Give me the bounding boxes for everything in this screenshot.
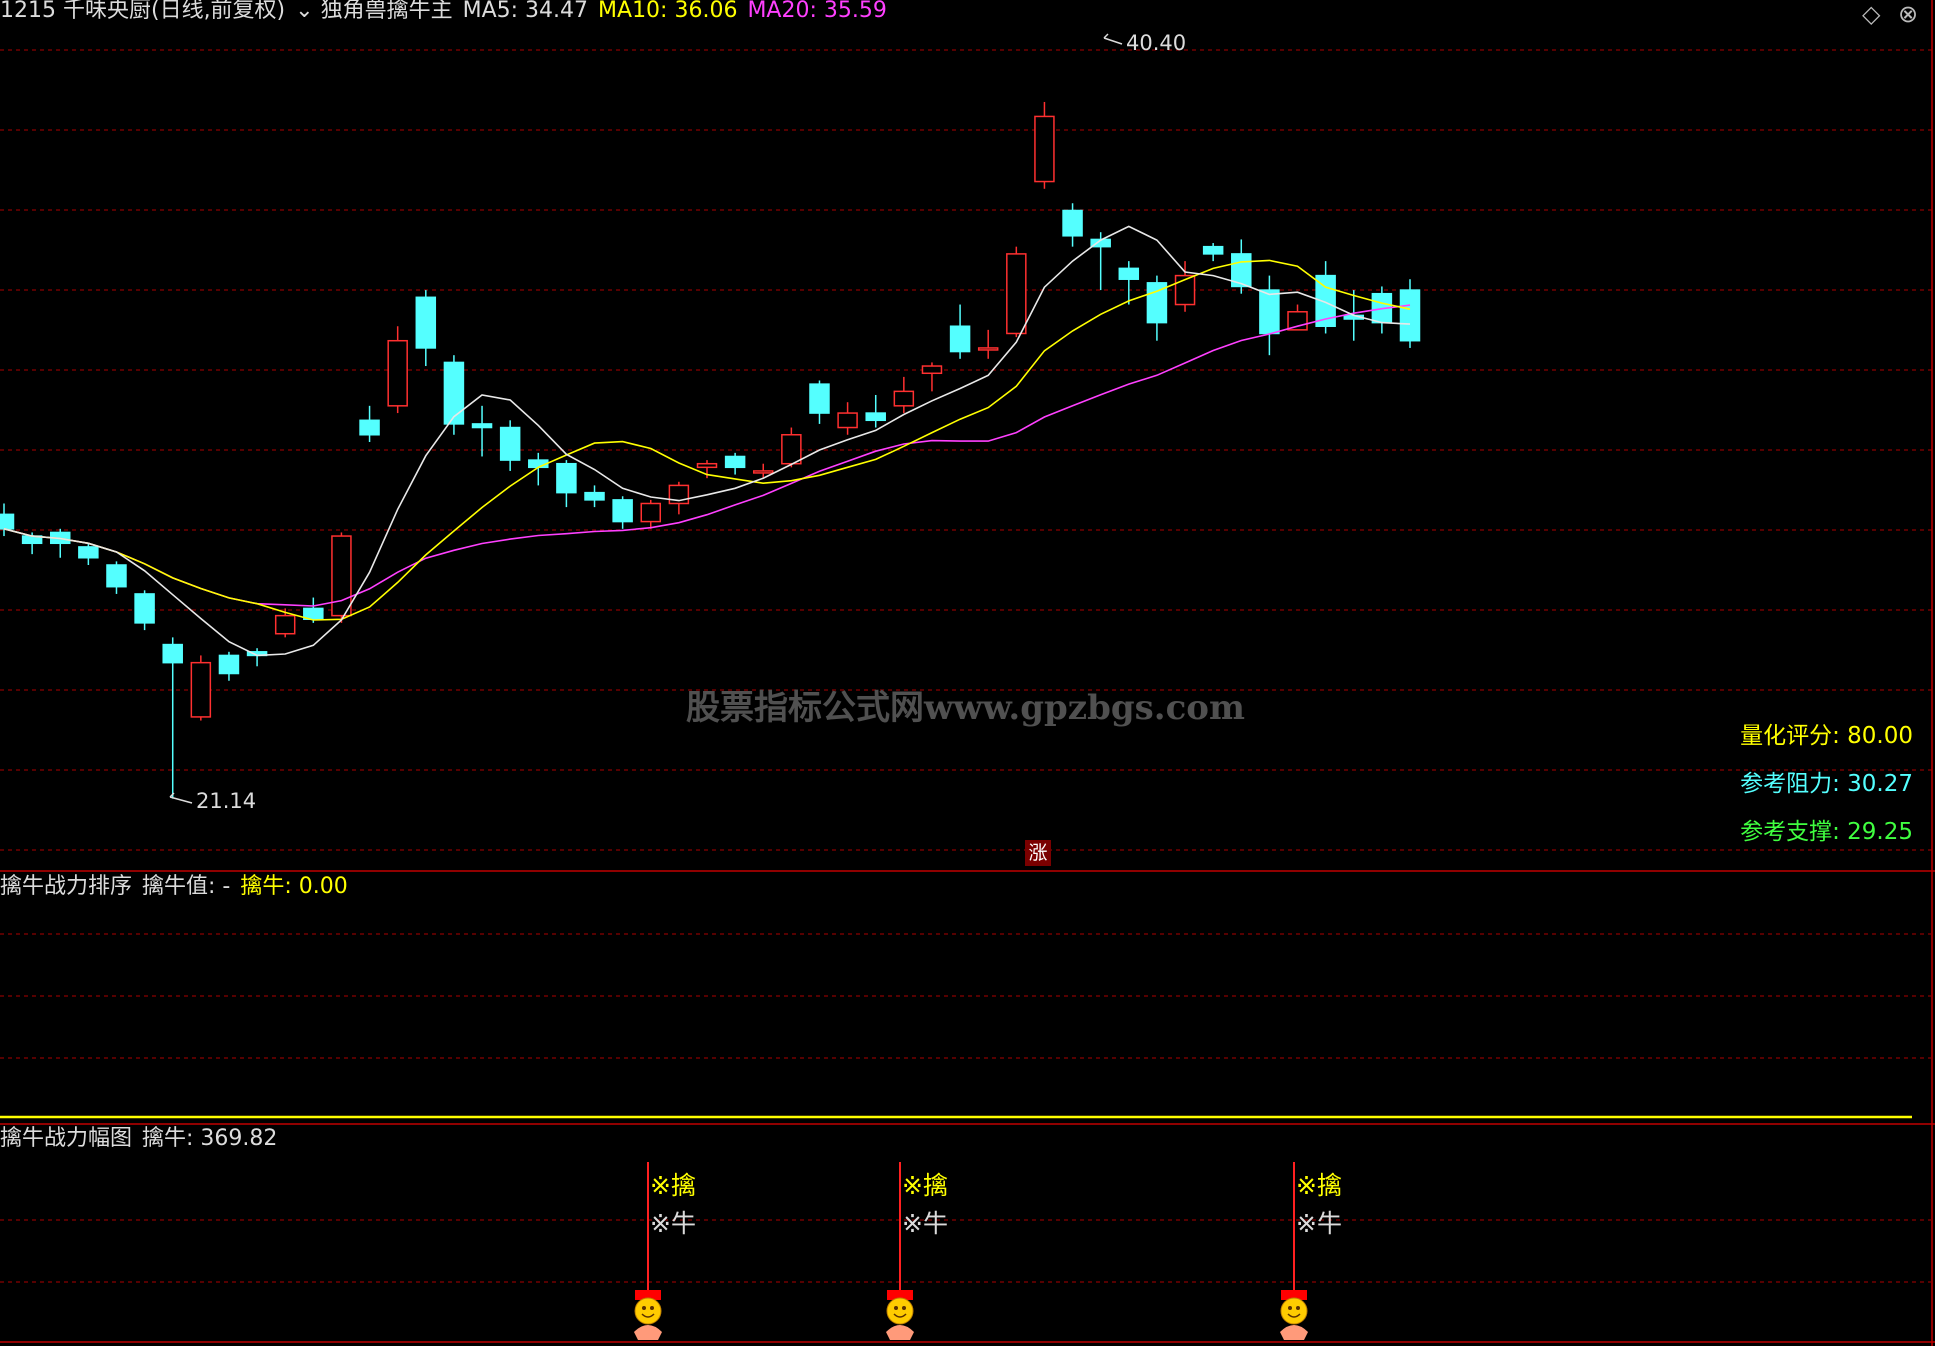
low-marker: 21.14 xyxy=(196,789,256,813)
smiley-eye xyxy=(894,1306,898,1310)
panel2-header: 擒牛战力排序 擒牛值: - 擒牛: 0.00 xyxy=(0,874,358,900)
candle-body xyxy=(584,491,605,501)
candle-body xyxy=(499,426,521,461)
candle-body xyxy=(1034,115,1055,183)
smiley-base xyxy=(634,1325,662,1340)
high-value: 40.40 xyxy=(1126,31,1187,55)
smiley-eye xyxy=(650,1306,654,1310)
signal-qin-3: ※擒 xyxy=(1296,1171,1342,1200)
candle-body xyxy=(724,455,746,469)
smiley-eye xyxy=(902,1306,906,1310)
panel3-title: 擒牛战力幅图 xyxy=(0,1126,133,1151)
signal-qin-1: ※擒 xyxy=(650,1171,696,1200)
candle-body xyxy=(949,325,971,353)
candle-body xyxy=(218,654,240,675)
resistance-label: 参考阻力: 30.27 xyxy=(1740,771,1913,797)
close-icon[interactable]: ⊗ xyxy=(1898,0,1918,28)
candle-body xyxy=(274,614,296,635)
smiley-eye xyxy=(1296,1306,1300,1310)
signal-qin-2: ※擒 xyxy=(902,1171,948,1200)
candle-body xyxy=(837,412,858,429)
high-arrow xyxy=(1103,33,1123,45)
ma5-label: MA5: 34.47 xyxy=(462,0,589,23)
candle-body xyxy=(1287,311,1308,331)
smiley-icon xyxy=(634,1297,662,1325)
smiley-icon xyxy=(1280,1297,1308,1325)
candle-body xyxy=(162,643,183,664)
candle-body xyxy=(0,513,15,530)
kline-chart[interactable] xyxy=(0,0,1935,1346)
indicator-name: 独角兽擒牛主 xyxy=(320,0,453,23)
smiley-base xyxy=(1280,1325,1308,1340)
candle-body xyxy=(865,412,886,422)
diamond-icon[interactable]: ◇ xyxy=(1862,0,1880,28)
candle-body xyxy=(387,339,408,407)
low-arrow xyxy=(169,792,193,804)
candle-body xyxy=(1202,245,1224,255)
low-value: 21.14 xyxy=(196,789,257,813)
ma20-line xyxy=(3,304,1411,607)
panel3-header: 擒牛战力幅图 擒牛: 369.82 xyxy=(0,1126,287,1152)
ma10-line xyxy=(3,259,1411,621)
candle-body xyxy=(1399,289,1421,342)
high-marker: 40.40 xyxy=(1126,31,1186,55)
candle-body xyxy=(106,564,127,588)
candle-body xyxy=(809,383,830,414)
panel3-value: 擒牛: 369.82 xyxy=(142,1126,278,1151)
candle-body xyxy=(1118,267,1140,280)
candle-body xyxy=(471,423,493,429)
ma20-label: MA20: 35.59 xyxy=(747,0,887,23)
watermark: 股票指标公式网www.gpzbgs.com xyxy=(686,688,1245,728)
indicator-select[interactable]: ⌄ 独角兽擒牛主 xyxy=(295,0,452,23)
smiley-icon xyxy=(886,1297,914,1325)
smiley-base xyxy=(886,1325,914,1340)
candle-body xyxy=(893,390,915,407)
candle-body xyxy=(752,470,774,474)
candle-body xyxy=(921,365,943,375)
signal-niu-3: ※牛 xyxy=(1296,1209,1342,1238)
signal-niu-2: ※牛 xyxy=(902,1209,948,1238)
candle-body xyxy=(190,661,212,718)
smiley-eye xyxy=(642,1306,646,1310)
candle-body xyxy=(556,462,577,494)
chart-header: 1215 千味央厨(日线,前复权) ⌄ 独角兽擒牛主 MA5: 34.47 MA10:… xyxy=(0,0,897,24)
smiley-eye xyxy=(1288,1306,1292,1310)
candle-body xyxy=(977,347,999,351)
panel2-value-label: 擒牛值: - xyxy=(142,874,231,899)
candle-body xyxy=(443,361,465,425)
candle-body xyxy=(696,462,718,469)
candle-body xyxy=(1259,289,1280,335)
candle-body xyxy=(612,499,633,523)
candle-body xyxy=(78,546,99,559)
support-label: 参考支撑: 29.25 xyxy=(1740,819,1913,845)
candle-body xyxy=(359,419,380,436)
candle-body xyxy=(134,593,155,624)
candle-body xyxy=(1062,209,1083,237)
signal-niu-1: ※牛 xyxy=(650,1209,696,1238)
candle-body xyxy=(331,535,352,617)
candle-body xyxy=(781,434,802,465)
panel2-title: 擒牛战力排序 xyxy=(0,874,133,899)
ma5-line xyxy=(3,225,1411,657)
candle-body xyxy=(415,296,437,349)
candle-body xyxy=(1006,253,1027,335)
ma10-label: MA10: 36.06 xyxy=(598,0,738,23)
score-label: 量化评分: 80.00 xyxy=(1740,723,1913,749)
candle-body xyxy=(640,502,662,523)
panel2-value: 擒牛: 0.00 xyxy=(240,874,348,899)
zhang-badge: 涨 xyxy=(1025,840,1051,866)
stock-title: 1215 千味央厨(日线,前复权) xyxy=(0,0,286,23)
